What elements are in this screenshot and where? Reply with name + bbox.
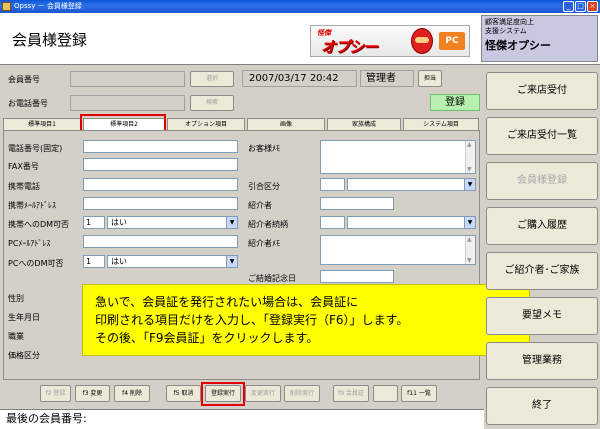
mobile-dm-select[interactable]: はい ▼ xyxy=(107,216,238,229)
tab-system[interactable]: システム項目 xyxy=(403,118,479,130)
fax-input[interactable] xyxy=(83,158,238,171)
referrer-rel-select[interactable]: ▼ xyxy=(347,216,476,229)
company-panel: 顧客満足度向上 支援システム 怪傑オプシー xyxy=(481,15,598,62)
pc-mail-label: PCﾒｰﾙｱﾄﾞﾚｽ xyxy=(8,239,51,248)
f9-member-card-button[interactable]: f9 会員証 xyxy=(333,385,369,402)
minimize-button[interactable]: _ xyxy=(563,1,574,12)
job-label: 職業 xyxy=(8,332,24,341)
tel-fixed-input[interactable] xyxy=(83,140,238,153)
chevron-down-icon[interactable]: ▼ xyxy=(226,256,237,267)
execute-change-button[interactable]: 変更実行 xyxy=(245,385,281,402)
execute-delete-button[interactable]: 削除実行 xyxy=(284,385,320,402)
phone-field xyxy=(70,95,185,111)
tab-strip: 標準項目1 標準項目2 オプション項目 画像 家族構成 システム項目 xyxy=(3,118,480,130)
tab-options[interactable]: オプション項目 xyxy=(167,118,245,130)
app-icon xyxy=(2,2,11,11)
anniversary-label: ご結婚記念日 xyxy=(248,274,296,283)
side-purchase-history-button[interactable]: ご購入履歴 xyxy=(486,207,598,245)
side-visit-reception-button[interactable]: ご来店受付 xyxy=(486,72,598,110)
select-button[interactable]: 選択 xyxy=(190,71,234,87)
tab-standard-1[interactable]: 標準項目1 xyxy=(3,118,81,130)
pull-type-code[interactable] xyxy=(320,178,345,191)
mode-indicator: 登録 xyxy=(430,94,480,111)
referrer-input[interactable] xyxy=(320,197,394,210)
pc-dm-code[interactable]: 1 xyxy=(83,255,105,268)
mobile-input[interactable] xyxy=(83,178,238,191)
side-request-memo-button[interactable]: 要望メモ xyxy=(486,297,598,335)
side-referrer-family-button[interactable]: ご紹介者･ご家族 xyxy=(486,252,598,290)
mobile-dm-label: 携帯へのDM可否 xyxy=(8,220,70,229)
price-label: 価格区分 xyxy=(8,351,40,360)
side-member-register-button[interactable]: 会員様登録 xyxy=(486,162,598,200)
mascot-face-icon xyxy=(411,28,433,54)
tel-fixed-label: 電話番号(固定) xyxy=(8,144,63,153)
member-no-field xyxy=(70,71,185,87)
mobile-dm-code[interactable]: 1 xyxy=(83,216,105,229)
app-logo: 怪傑 オプシー PC xyxy=(310,25,470,57)
customer-memo-textarea[interactable] xyxy=(320,140,476,174)
datetime-display: 2007/03/17 20:42 xyxy=(242,70,357,87)
pull-type-select[interactable]: ▼ xyxy=(347,178,476,191)
company-name: 怪傑オプシー xyxy=(485,39,551,52)
pc-dm-label: PCへのDM可否 xyxy=(8,259,64,268)
referrer-memo-textarea[interactable] xyxy=(320,235,476,265)
side-admin-button[interactable]: 管理業務 xyxy=(486,342,598,380)
mobile-mail-input[interactable] xyxy=(83,197,238,210)
tab-image[interactable]: 画像 xyxy=(247,118,325,130)
header: 会員様登録 怪傑 オプシー PC 顧客満足度向上 支援システム 怪傑オプシー xyxy=(0,13,600,65)
scrollbar[interactable] xyxy=(465,141,475,173)
search-button[interactable]: 検索 xyxy=(190,95,234,111)
chevron-down-icon[interactable]: ▼ xyxy=(464,179,475,190)
pull-type-label: 引合区分 xyxy=(248,182,280,191)
phone-label: お電話番号 xyxy=(8,99,48,108)
scrollbar[interactable] xyxy=(465,236,475,264)
last-member-label: 最後の会員番号: xyxy=(6,412,87,425)
referrer-label: 紹介者 xyxy=(248,201,272,210)
f2-register-button[interactable]: f2 登録 xyxy=(40,385,71,402)
birthday-label: 生年月日 xyxy=(8,313,40,322)
page-title: 会員様登録 xyxy=(12,31,88,49)
window-titlebar: Opssy － 会員様登録 _ □ × xyxy=(0,0,600,13)
chevron-down-icon[interactable]: ▼ xyxy=(464,217,475,228)
member-no-label: 会員番号 xyxy=(8,75,40,84)
mobile-label: 携帯電話 xyxy=(8,182,40,191)
maximize-button[interactable]: □ xyxy=(575,1,586,12)
f11-list-button[interactable]: f11 一覧 xyxy=(401,385,437,402)
instruction-callout: 急いで、会員証を発行されたい場合は、会員証に 印刷される項目だけを入力し、「登録… xyxy=(82,284,530,356)
f4-delete-button[interactable]: f4 削除 xyxy=(114,385,150,402)
fkey-blank-button[interactable] xyxy=(373,385,398,402)
gender-label: 性別 xyxy=(8,294,24,303)
customer-memo-label: お客様ﾒﾓ xyxy=(248,144,280,153)
referrer-rel-code[interactable] xyxy=(320,216,345,229)
chevron-down-icon[interactable]: ▼ xyxy=(226,217,237,228)
referrer-memo-label: 紹介者ﾒﾓ xyxy=(248,239,280,248)
staff-button[interactable]: 担当 xyxy=(418,70,442,87)
mobile-mail-label: 携帯ﾒｰﾙｱﾄﾞﾚｽ xyxy=(8,201,56,210)
fax-label: FAX番号 xyxy=(8,162,39,171)
side-visit-list-button[interactable]: ご来店受付一覧 xyxy=(486,117,598,155)
tab-family[interactable]: 家族構成 xyxy=(327,118,401,130)
execute-register-highlight-box xyxy=(201,382,245,406)
f5-cancel-button[interactable]: f5 取消 xyxy=(166,385,201,402)
close-button[interactable]: × xyxy=(587,1,598,12)
referrer-rel-label: 紹介者続柄 xyxy=(248,220,288,229)
window-title: Opssy － 会員様登録 xyxy=(14,2,82,10)
last-member-bar: 最後の会員番号: xyxy=(0,409,484,429)
staff-display: 管理者 xyxy=(360,70,414,87)
anniversary-input[interactable] xyxy=(320,270,394,283)
side-exit-button[interactable]: 終了 xyxy=(486,387,598,425)
f3-change-button[interactable]: f3 変更 xyxy=(75,385,110,402)
pc-dm-select[interactable]: はい ▼ xyxy=(107,255,238,268)
pc-mail-input[interactable] xyxy=(83,235,238,248)
